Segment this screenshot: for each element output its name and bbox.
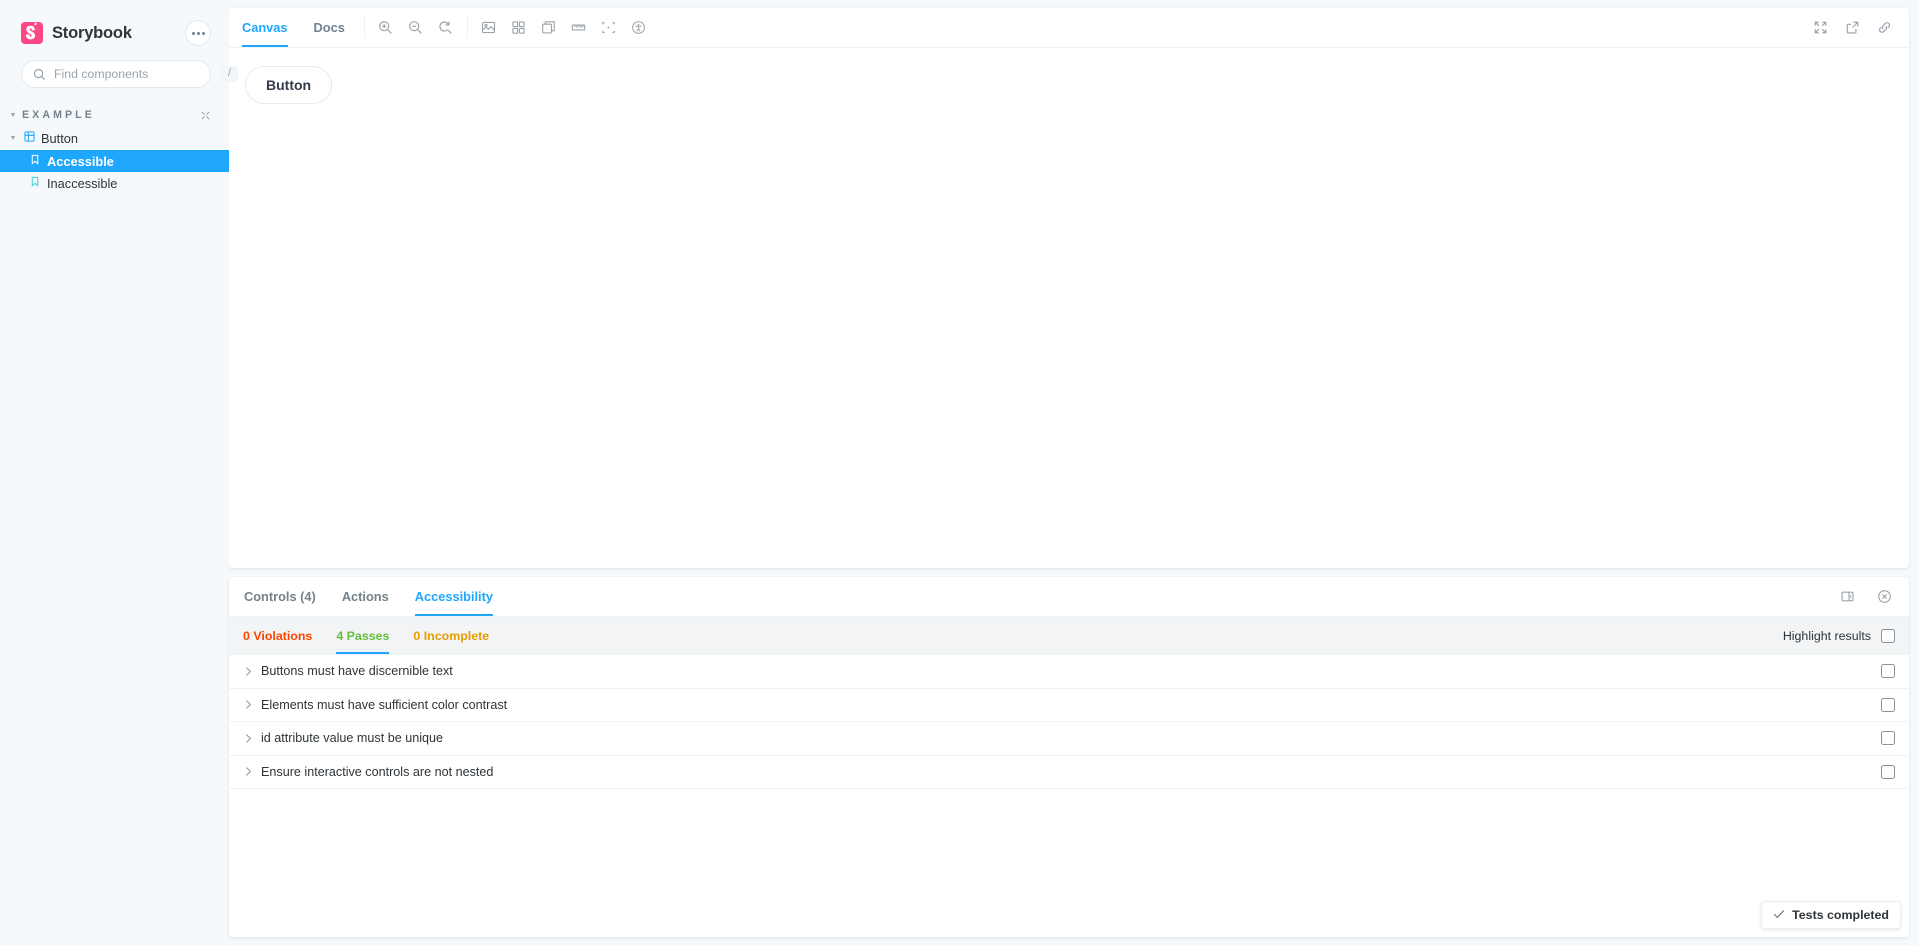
story-tree: ▼ EXAMPLE ▼ Button Accessible Inaccessib… [0, 104, 229, 194]
outline-icon[interactable] [594, 8, 624, 47]
subtab-incomplete[interactable]: 0 Incomplete [401, 617, 501, 654]
measure-icon[interactable] [564, 8, 594, 47]
search-icon [33, 68, 46, 80]
highlight-results-control: Highlight results [1783, 617, 1895, 654]
subtab-passes[interactable]: 4 Passes [324, 617, 401, 654]
status-badge[interactable]: Tests completed [1761, 901, 1901, 929]
sidebar-item-label: Accessible [47, 153, 114, 169]
copy-link-icon[interactable] [1869, 20, 1899, 35]
chevron-right-icon[interactable] [241, 733, 255, 744]
highlight-results-label: Highlight results [1782, 628, 1871, 643]
story-bookmark-icon [30, 174, 40, 192]
sidebar: Storybook / ▼ EXAMPLE [0, 0, 238, 945]
viewport-icon[interactable] [534, 8, 564, 47]
grid-icon[interactable] [504, 8, 534, 47]
canvas-toolbar-right [1805, 8, 1899, 47]
tree-root-label: EXAMPLE [22, 109, 95, 121]
rule-checkbox[interactable] [1881, 764, 1895, 779]
collapse-all-icon[interactable] [200, 110, 211, 121]
rule-label: id attribute value must be unique [261, 731, 444, 746]
panel-position-icon[interactable] [1832, 589, 1862, 604]
addon-panel-tabs-left: Controls (4) Actions Accessibility [229, 577, 506, 616]
chevron-down-icon: ▼ [9, 134, 17, 142]
tab-canvas[interactable]: Canvas [229, 8, 301, 47]
sidebar-menu-button[interactable] [185, 20, 211, 46]
chevron-right-icon[interactable] [241, 699, 255, 710]
brand-name: Storybook [52, 23, 132, 42]
dots-icon [191, 31, 205, 35]
a11y-rules-list: Buttons must have discernible text Eleme… [229, 655, 1909, 937]
canvas-toolbar-left: Canvas Docs [229, 8, 654, 47]
zoom-out-icon[interactable] [401, 8, 431, 47]
zoom-in-icon[interactable] [371, 8, 401, 47]
table-row[interactable]: Buttons must have discernible text [229, 655, 1909, 689]
table-row[interactable]: id attribute value must be unique [229, 722, 1909, 756]
tree-component-button[interactable]: ▼ Button [0, 126, 229, 150]
close-panel-icon[interactable] [1869, 589, 1899, 604]
a11y-subtabs: 0 Violations 4 Passes 0 Incomplete Highl… [229, 617, 1909, 655]
sidebar-item-accessible[interactable]: Accessible [0, 150, 229, 172]
sidebar-header: Storybook [0, 0, 229, 60]
storybook-logo-icon [21, 22, 43, 44]
tab-accessibility[interactable]: Accessibility [402, 577, 506, 616]
status-badge-label: Tests completed [1792, 908, 1889, 922]
a11y-subtabs-left: 0 Violations 4 Passes 0 Incomplete [231, 617, 501, 654]
check-icon [1773, 908, 1785, 922]
component-icon [24, 129, 35, 147]
subtab-violations[interactable]: 0 Violations [231, 617, 324, 654]
rule-checkbox[interactable] [1881, 664, 1895, 679]
tab-docs[interactable]: Docs [301, 8, 358, 47]
tree-component-label: Button [41, 130, 78, 146]
open-new-tab-icon[interactable] [1837, 20, 1867, 35]
rule-checkbox[interactable] [1881, 697, 1895, 712]
fullscreen-icon[interactable] [1805, 20, 1835, 35]
chevron-right-icon[interactable] [241, 766, 255, 777]
main-area: Canvas Docs Button Controls (4) Actions … [229, 0, 1919, 945]
addon-panel-controls [1832, 577, 1899, 616]
storybook-app: Storybook / ▼ EXAMPLE [0, 0, 1919, 945]
search-container: / [0, 60, 238, 88]
zoom-reset-icon[interactable] [431, 8, 461, 47]
search-shortcut-badge: / [221, 66, 238, 82]
tab-actions[interactable]: Actions [329, 577, 402, 616]
tab-controls[interactable]: Controls (4) [231, 577, 329, 616]
sidebar-item-inaccessible[interactable]: Inaccessible [0, 172, 229, 194]
rule-label: Ensure interactive controls are not nest… [261, 764, 494, 779]
rule-checkbox[interactable] [1881, 731, 1895, 746]
story-bookmark-icon [30, 152, 40, 170]
toolbar-divider [466, 16, 468, 39]
highlight-results-checkbox[interactable] [1881, 628, 1895, 643]
rule-label: Elements must have sufficient color cont… [261, 697, 508, 712]
addon-panel: Controls (4) Actions Accessibility 0 Vio… [229, 577, 1909, 937]
background-image-icon[interactable] [474, 8, 504, 47]
story-button[interactable]: Button [245, 66, 333, 104]
accessibility-icon[interactable] [624, 8, 654, 47]
canvas-card: Canvas Docs Button [229, 8, 1909, 568]
brand[interactable]: Storybook [21, 22, 132, 44]
search-input[interactable] [54, 67, 213, 81]
chevron-down-icon: ▼ [9, 111, 17, 119]
addon-panel-tabs: Controls (4) Actions Accessibility [229, 577, 1909, 617]
table-row[interactable]: Ensure interactive controls are not nest… [229, 756, 1909, 789]
rule-label: Buttons must have discernible text [261, 664, 453, 679]
story-preview: Button [229, 48, 1909, 568]
toolbar-divider [363, 16, 365, 39]
tree-root-example[interactable]: ▼ EXAMPLE [0, 104, 229, 126]
search-box[interactable]: / [21, 60, 238, 88]
canvas-toolbar: Canvas Docs [229, 8, 1909, 48]
table-row[interactable]: Elements must have sufficient color cont… [229, 689, 1909, 722]
tree-root-left: ▼ EXAMPLE [8, 109, 95, 121]
sidebar-item-label: Inaccessible [47, 175, 118, 191]
chevron-right-icon[interactable] [241, 666, 255, 677]
